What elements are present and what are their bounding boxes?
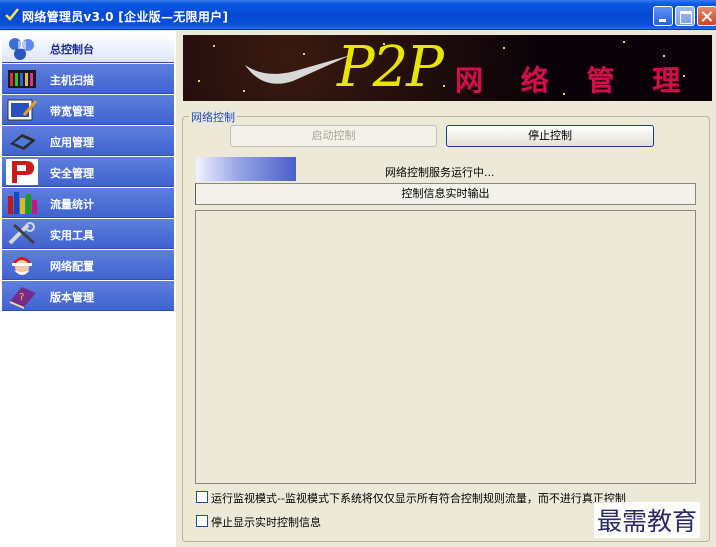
sidebar-item-label: 带宽管理 — [50, 105, 94, 118]
title-bar: 网络管理员v3.0 [企业版—无限用户] — [0, 0, 716, 30]
checkmark-icon — [5, 8, 19, 21]
group-title: 网络控制 — [189, 109, 237, 125]
progress-bar — [196, 157, 296, 181]
sidebar-item-tools[interactable]: 实用工具 — [2, 219, 174, 249]
checkbox-label: 运行监视模式--监视模式下系统将仅仅显示所有符合控制规则流量，而不进行真正控制 — [211, 492, 626, 505]
sidebar-item-label: 应用管理 — [50, 136, 94, 149]
console-icon — [9, 38, 34, 60]
checkbox-label: 停止显示实时控制信息 — [211, 516, 321, 529]
output-textarea[interactable] — [195, 210, 696, 484]
sidebar-item-security[interactable]: 安全管理 — [2, 157, 174, 187]
sidebar-item-label: 流量统计 — [50, 198, 94, 211]
sidebar: 总控制台 主机扫描 带宽管理 应用管理 安全管理 流量统计 实用工具 网络配置 … — [0, 31, 176, 547]
bandwidth-icon — [7, 99, 38, 121]
sidebar-item-label: 实用工具 — [50, 229, 94, 242]
sidebar-item-host-scan[interactable]: 主机扫描 — [2, 64, 174, 94]
sidebar-item-label: 主机扫描 — [50, 74, 94, 87]
sidebar-item-version[interactable]: ? 版本管理 — [2, 281, 174, 311]
stop-control-button[interactable]: 停止控制 — [446, 125, 654, 147]
close-button[interactable] — [697, 6, 716, 26]
banner-title: 网 络 管 理 员 — [455, 64, 712, 97]
sidebar-item-traffic[interactable]: 流量统计 — [2, 188, 174, 218]
maximize-button[interactable] — [675, 6, 695, 26]
start-control-button[interactable]: 启动控制 — [230, 125, 437, 147]
sidebar-item-label: 版本管理 — [50, 291, 94, 304]
p2p-logo: P2P — [337, 35, 444, 100]
sidebar-item-label: 网络配置 — [50, 260, 94, 273]
santa-icon — [12, 257, 32, 275]
sidebar-item-network-config[interactable]: 网络配置 — [2, 250, 174, 280]
window-title: 网络管理员v3.0 [企业版—无限用户] — [22, 10, 229, 24]
p2p-banner: P2P 网 络 管 理 员 — [183, 35, 712, 101]
book-icon: ? — [10, 287, 36, 309]
status-text: 网络控制服务运行中... — [385, 166, 495, 179]
output-header: 控制信息实时输出 — [195, 183, 696, 205]
traffic-icon — [8, 192, 37, 214]
sidebar-item-label: 总控制台 — [50, 43, 94, 56]
sidebar-item-app[interactable]: 应用管理 — [2, 126, 174, 156]
sidebar-item-bandwidth[interactable]: 带宽管理 — [2, 95, 174, 125]
svg-text:?: ? — [19, 292, 24, 303]
tools-icon — [8, 222, 36, 245]
checkbox-box[interactable] — [196, 515, 208, 527]
laptop-icon — [10, 134, 36, 150]
checkbox-box[interactable] — [196, 491, 208, 503]
security-icon — [6, 159, 38, 185]
minimize-button[interactable] — [653, 6, 673, 26]
watermark: 最需教育 — [594, 502, 701, 538]
host-scan-icon — [8, 70, 36, 88]
sidebar-item-label: 安全管理 — [50, 167, 94, 180]
sidebar-item-console[interactable]: 总控制台 — [2, 33, 174, 63]
